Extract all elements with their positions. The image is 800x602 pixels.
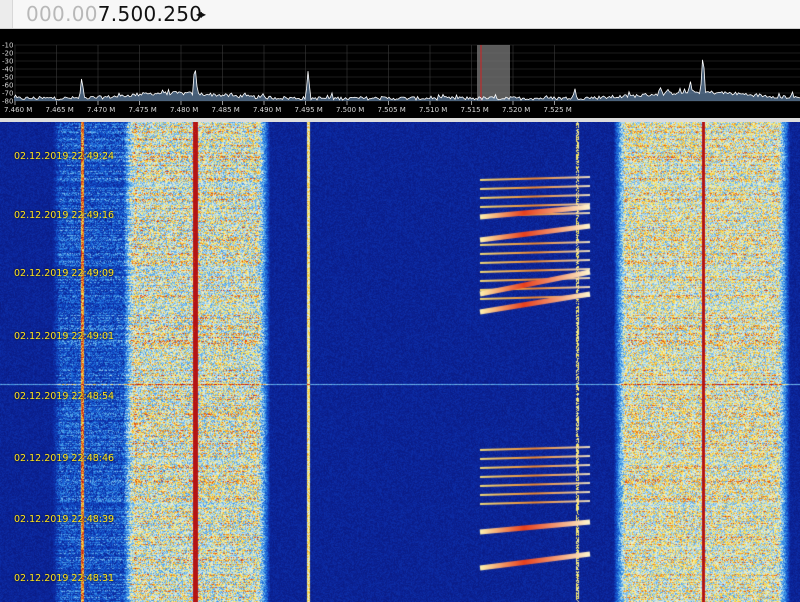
frequency-tick-label: 7.480 M [170, 106, 198, 114]
frequency-tick-label: 7.505 M [378, 106, 406, 114]
frequency-tick-label: 7.465 M [46, 106, 74, 114]
db-scale-label: -40 [2, 66, 13, 74]
db-scale-label: -20 [2, 50, 13, 58]
frequency-tick-label: 7.510 M [419, 106, 447, 114]
db-scale-label: -60 [2, 82, 13, 90]
frequency-step-arrows-icon[interactable]: ◂▸ [196, 4, 206, 24]
frequency-tick-label: 7.520 M [502, 106, 530, 114]
db-scale-label: -70 [2, 90, 13, 98]
waterfall-timestamp: 02.12.2019 22:49:16 [14, 210, 115, 221]
frequency-tick-label: 7.460 M [4, 106, 32, 114]
frequency-tick-label: 7.495 M [295, 106, 323, 114]
waterfall-timestamp: 02.12.2019 22:48:54 [14, 391, 115, 402]
waterfall-timestamp: 02.12.2019 22:48:39 [14, 514, 115, 525]
spectrum-grid-vertical [14, 45, 555, 105]
frequency-tick-label: 7.500 M [336, 106, 364, 114]
spectrum-grid-horizontal [14, 44, 800, 102]
waterfall-timestamp: 02.12.2019 22:48:46 [14, 453, 115, 464]
waterfall-timestamp: 02.12.2019 22:49:01 [14, 331, 115, 342]
frequency-tick-label: 7.490 M [253, 106, 281, 114]
waterfall-canvas[interactable] [0, 122, 800, 602]
spectrum-panel[interactable]: -10 -20 -30 -40 -50 -60 -70 -80 7.460 M 7.465 M 7… [0, 40, 800, 118]
db-scale-label: -80 [2, 98, 13, 106]
left-panel-tab[interactable] [0, 0, 13, 28]
frequency-bar: 000.007.500.250 ◂▸ [0, 0, 800, 29]
frequency-tick-label: 7.485 M [212, 106, 240, 114]
frequency-readout-leading-zeros: 000.00 [26, 2, 98, 26]
frequency-readout-value: 7.500.250 [97, 2, 203, 26]
waterfall-timestamp: 02.12.2019 22:48:31 [14, 573, 115, 584]
tuning-passband[interactable] [477, 45, 510, 101]
db-scale-label: -10 [2, 42, 13, 50]
frequency-tick-label: 7.470 M [87, 106, 115, 114]
db-scale-label: -30 [2, 58, 13, 66]
spectrum-plot[interactable]: -10-20-30-40-50-60-70-80 7.460 M 7.465 M 7… [0, 40, 800, 118]
waterfall-timestamp: 02.12.2019 22:49:24 [14, 151, 115, 162]
frequency-readout[interactable]: 000.007.500.250 [26, 1, 202, 27]
frequency-tick-label: 7.475 M [129, 106, 157, 114]
frequency-tick-label: 7.515 M [461, 106, 489, 114]
db-scale-label: -50 [2, 74, 13, 82]
waterfall-timestamp: 02.12.2019 22:49:09 [14, 268, 115, 279]
waterfall-display[interactable]: 02.12.2019 22:49:24 02.12.2019 22:49:16 … [0, 122, 800, 602]
frequency-tick-label: 7.525 M [544, 106, 572, 114]
